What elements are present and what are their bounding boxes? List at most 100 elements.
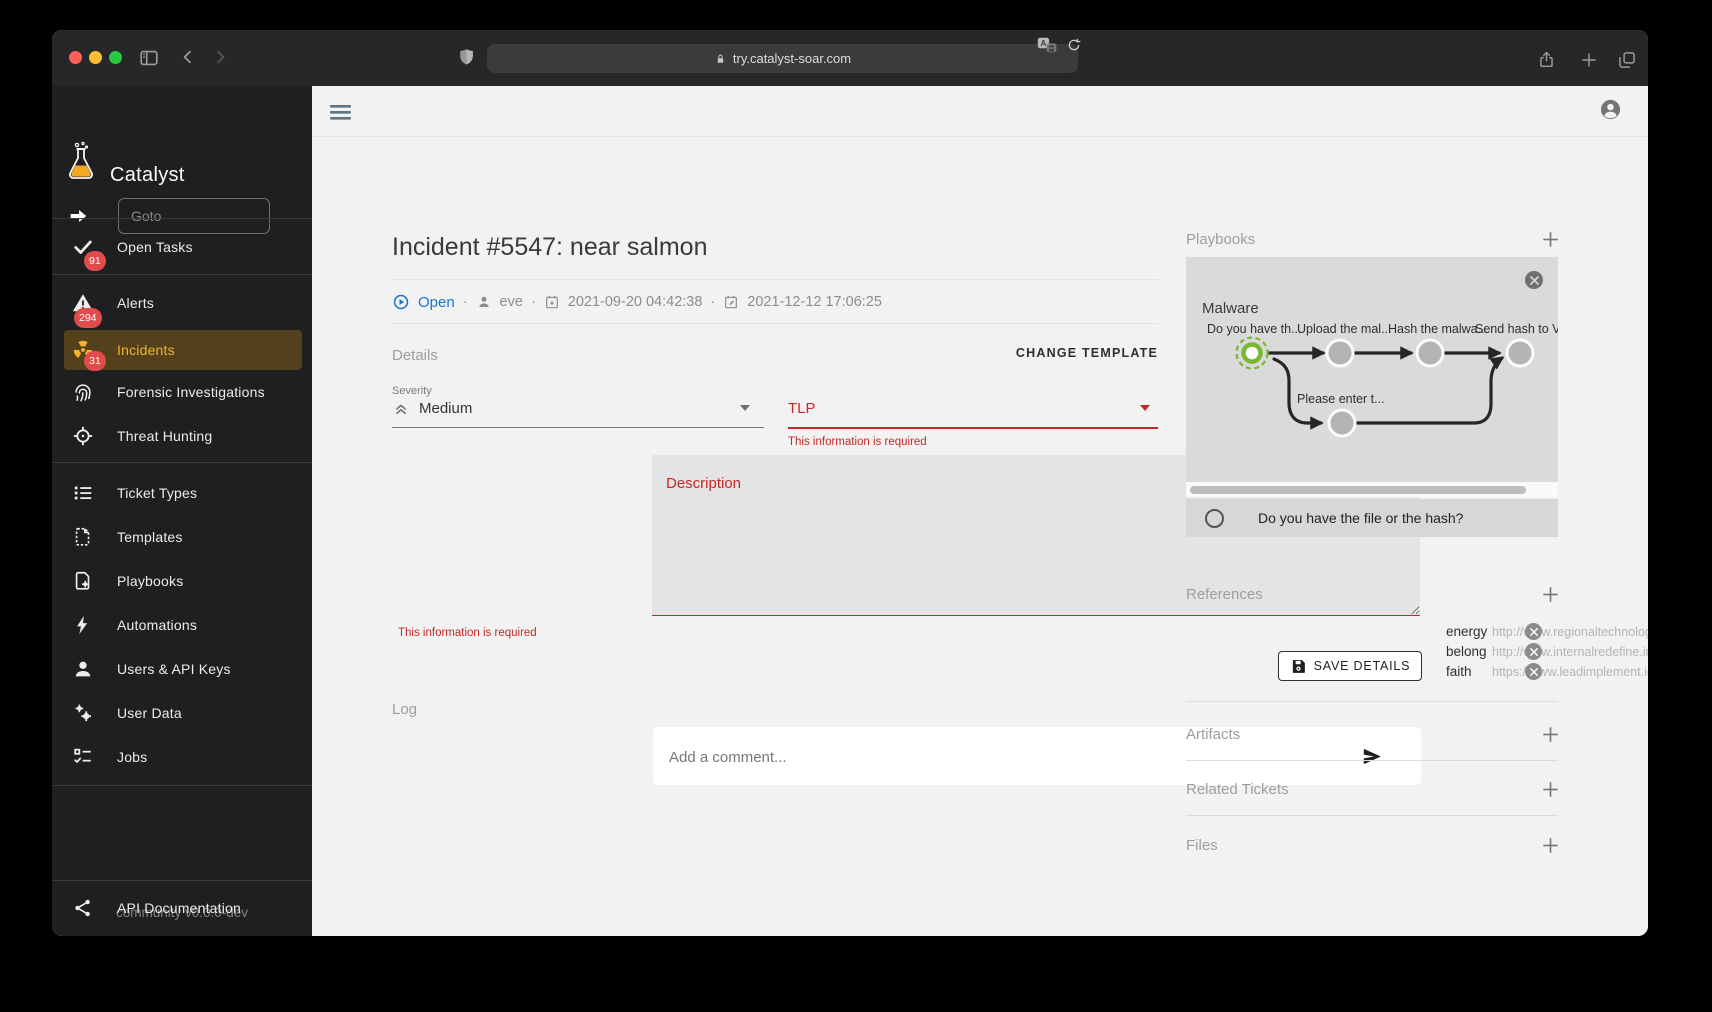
task-text: Do you have the file or the hash?	[1258, 510, 1463, 526]
sidebar-item-templates[interactable]: Templates	[64, 517, 302, 557]
remove-reference-icon[interactable]	[1525, 663, 1542, 680]
sidebar-item-users-api-keys[interactable]: Users & API Keys	[64, 649, 302, 689]
add-file-button[interactable]	[1539, 834, 1563, 858]
privacy-shield-icon[interactable]	[456, 47, 477, 68]
reference-url: http://www.internalredefine.info/holisti…	[1492, 645, 1648, 659]
sidebar-item-automations[interactable]: Automations	[64, 605, 302, 645]
url-text: try.catalyst-soar.com	[733, 51, 851, 66]
add-playbook-button[interactable]	[1539, 228, 1563, 252]
playbook-scrollbar	[1186, 482, 1558, 497]
description-required-error: This information is required	[398, 627, 537, 639]
playbook-graph	[1186, 257, 1558, 482]
reference-name: belong	[1446, 644, 1487, 659]
sidebar-item-label: Open Tasks	[117, 239, 193, 255]
list-icon	[72, 482, 94, 504]
playbooks-header: Playbooks	[1186, 231, 1255, 248]
url-field[interactable]: try.catalyst-soar.com	[487, 44, 1078, 73]
divider	[392, 323, 1158, 324]
minimize-window-button[interactable]	[89, 51, 102, 64]
browser-window: try.catalyst-soar.com A Catalyst Op	[52, 30, 1648, 936]
change-template-button[interactable]: CHANGE TEMPLATE	[892, 346, 1158, 360]
bolt-icon	[72, 614, 94, 636]
reference-url: http://www.regionaltechnologies.name/rel…	[1492, 625, 1648, 639]
files-header: Files	[1186, 837, 1218, 854]
remove-reference-icon[interactable]	[1525, 623, 1542, 640]
sidebar-item-label: Alerts	[117, 295, 154, 311]
sidebar-item-threat-hunting[interactable]: Threat Hunting	[64, 416, 302, 456]
meta-separator: ·	[710, 294, 715, 310]
goto-arrow-icon	[67, 205, 89, 227]
menu-icon[interactable]	[330, 105, 351, 120]
created-calendar-icon	[544, 294, 560, 310]
comment-card	[653, 727, 1421, 785]
sidebar-item-user-data[interactable]: User Data	[64, 693, 302, 733]
save-details-button[interactable]: SAVE DETAILS	[1278, 651, 1422, 681]
template-icon	[72, 526, 94, 548]
lock-icon	[714, 52, 727, 66]
sidebar-item-label: Templates	[117, 529, 183, 545]
references-header: References	[1186, 586, 1263, 603]
sidebar-item-playbooks[interactable]: Playbooks	[64, 561, 302, 601]
sidebar-item-label: Users & API Keys	[117, 661, 231, 677]
sidebar-item-forensic-investigations[interactable]: Forensic Investigations	[64, 372, 302, 412]
created-text: 2021-09-20 04:42:38	[568, 294, 703, 310]
sidebar: Catalyst Open Tasks 91 Alerts 294 Incide…	[52, 86, 312, 936]
share-icon[interactable]	[1537, 50, 1556, 70]
fingerprint-icon	[72, 381, 94, 403]
gears-icon	[72, 702, 94, 724]
share-network-icon	[72, 897, 94, 919]
tab-overview-icon[interactable]	[1617, 50, 1637, 70]
tlp-select[interactable]: TLP	[788, 396, 1158, 420]
modified-text: 2021-12-12 17:06:25	[747, 294, 882, 310]
playbook-scrollbar-thumb[interactable]	[1190, 486, 1526, 494]
divider	[1186, 815, 1558, 816]
sidebar-item-label: Incidents	[117, 342, 175, 358]
divider	[1186, 701, 1558, 702]
crosshair-icon	[72, 425, 94, 447]
person-icon	[72, 658, 94, 680]
close-window-button[interactable]	[69, 51, 82, 64]
status-text: Open	[418, 294, 455, 311]
remove-reference-icon[interactable]	[1525, 643, 1542, 660]
severity-underline	[392, 427, 764, 428]
app-bar	[312, 86, 1648, 137]
status-open-icon	[392, 293, 410, 311]
account-icon[interactable]	[1599, 98, 1622, 121]
sidebar-item-jobs[interactable]: Jobs	[64, 737, 302, 777]
jobs-icon	[72, 746, 94, 768]
sidebar-toggle-icon[interactable]	[138, 47, 160, 69]
reference-name: faith	[1446, 664, 1472, 679]
related-tickets-header: Related Tickets	[1186, 781, 1289, 798]
svg-text:A: A	[1041, 38, 1047, 47]
owner-text: eve	[500, 294, 523, 310]
add-related-ticket-button[interactable]	[1539, 778, 1563, 802]
brand-title: Catalyst	[110, 164, 185, 187]
sidebar-item-label: Forensic Investigations	[117, 384, 265, 400]
maximize-window-button[interactable]	[109, 51, 122, 64]
reload-icon[interactable]	[1066, 37, 1082, 53]
tlp-label: TLP	[788, 400, 816, 417]
playbook-icon	[72, 570, 94, 592]
sidebar-item-api-documentation[interactable]: API Documentation	[64, 888, 302, 928]
details-header: Details	[392, 347, 438, 364]
new-tab-icon[interactable]	[1580, 51, 1598, 69]
incidents-badge: 31	[84, 351, 106, 371]
save-details-label: SAVE DETAILS	[1314, 659, 1411, 673]
tlp-required-error: This information is required	[788, 436, 927, 448]
playbook-card-malware: Malware Do you have th... Upload the mal…	[1186, 257, 1558, 482]
translate-icon[interactable]: A	[1037, 36, 1058, 54]
add-artifact-button[interactable]	[1539, 723, 1563, 747]
forward-icon[interactable]	[211, 48, 229, 66]
sidebar-item-label: Jobs	[117, 749, 147, 765]
open-tasks-badge: 91	[84, 251, 106, 271]
severity-select[interactable]: Medium	[392, 396, 764, 420]
catalyst-logo-icon	[66, 141, 96, 183]
divider	[52, 274, 312, 275]
send-icon[interactable]	[1362, 746, 1383, 767]
back-icon[interactable]	[179, 48, 197, 66]
task-radio[interactable]	[1205, 509, 1224, 528]
sidebar-item-ticket-types[interactable]: Ticket Types	[64, 473, 302, 513]
add-reference-button[interactable]	[1539, 583, 1563, 607]
save-icon	[1290, 658, 1307, 675]
reference-url: https://www.leadimplement.io/communities	[1492, 665, 1648, 679]
